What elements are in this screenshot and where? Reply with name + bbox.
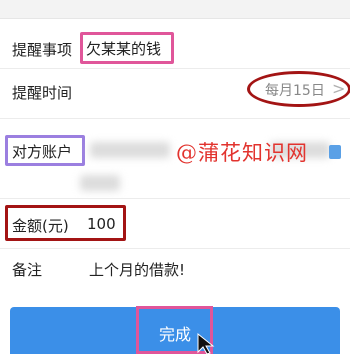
reminder-item-value[interactable]: 欠某某的钱 [86, 38, 161, 59]
divider [0, 118, 350, 119]
chevron-right-icon[interactable]: > [332, 79, 345, 98]
divider [0, 198, 350, 199]
note-label: 备注 [12, 261, 43, 279]
blurred-account-name [80, 175, 120, 191]
amount-label: 金额(元) [12, 217, 69, 235]
watermark: @蒲花知识网 [176, 141, 308, 165]
contact-book-icon[interactable] [329, 145, 341, 159]
amount-value[interactable]: 100 [87, 215, 116, 233]
note-value[interactable]: 上个月的借款! [89, 259, 185, 280]
reminder-time-label: 提醒时间 [12, 84, 73, 102]
divider [0, 68, 350, 69]
divider [0, 248, 350, 249]
blurred-account-number [90, 142, 170, 158]
top-band [0, 0, 350, 19]
reminder-item-label: 提醒事项 [12, 41, 73, 59]
counterparty-account-label: 对方账户 [12, 143, 73, 161]
reminder-time-value[interactable]: 每月15日 [265, 80, 325, 100]
complete-button-label[interactable]: 完成 [159, 321, 191, 345]
cursor-arrow-icon [197, 332, 215, 355]
